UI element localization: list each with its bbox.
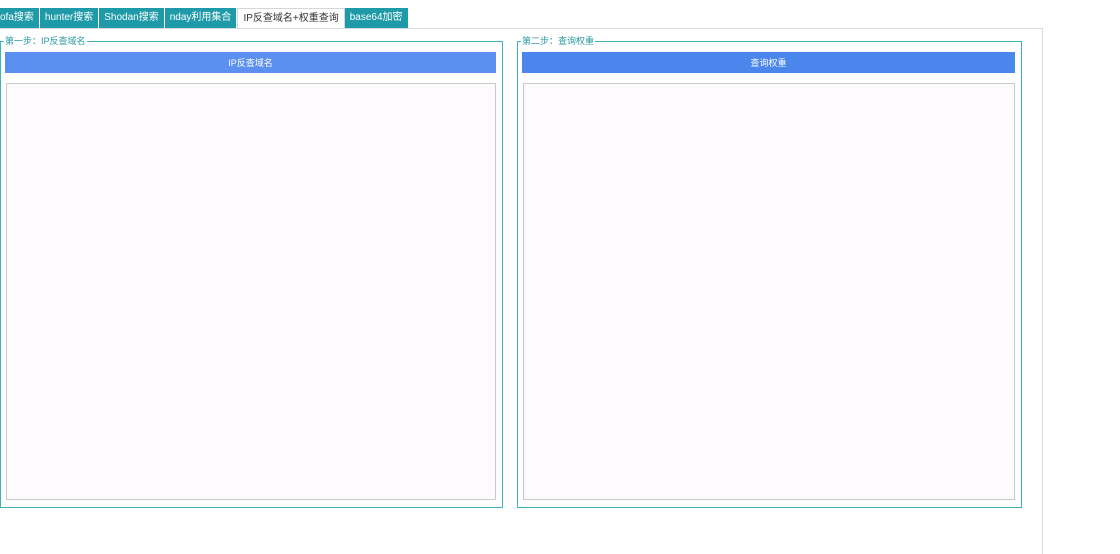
weight-result-textarea[interactable] xyxy=(523,83,1015,500)
tab-shodan-search[interactable]: Shodan搜索 xyxy=(99,8,165,28)
tab-nday-exploits[interactable]: nday利用集合 xyxy=(164,8,238,28)
step1-groupbox: 第一步：IP反查域名 IP反查域名 xyxy=(0,35,503,508)
query-weight-button[interactable]: 查询权重 xyxy=(522,52,1015,73)
tab-fofa-search[interactable]: ofa搜索 xyxy=(0,8,40,28)
ip-reverse-result-textarea[interactable] xyxy=(6,83,496,500)
ip-reverse-domain-button[interactable]: IP反查域名 xyxy=(5,52,496,73)
app-window: ofa搜索 hunter搜索 Shodan搜索 nday利用集合 IP反查域名+… xyxy=(0,0,1120,554)
tab-base64-encode[interactable]: base64加密 xyxy=(344,8,409,28)
step2-groupbox: 第二步：查询权重 查询权重 xyxy=(517,35,1022,508)
step1-legend: 第一步：IP反查域名 xyxy=(4,35,87,47)
tab-ip-reverse-weight[interactable]: IP反查域名+权重查询 xyxy=(237,8,345,29)
step2-legend: 第二步：查询权重 xyxy=(521,35,596,47)
tab-strip: ofa搜索 hunter搜索 Shodan搜索 nday利用集合 IP反查域名+… xyxy=(0,8,409,29)
tab-hunter-search[interactable]: hunter搜索 xyxy=(39,8,100,28)
